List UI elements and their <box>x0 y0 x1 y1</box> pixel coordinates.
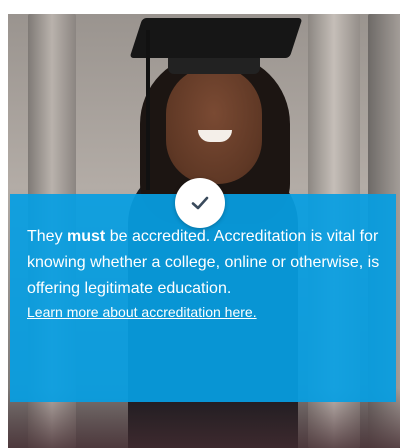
emphasis-text: must <box>67 228 106 245</box>
checkmark-icon <box>175 178 225 228</box>
accreditation-text: They must be accredited. Accreditation i… <box>27 228 380 297</box>
learn-more-link[interactable]: Learn more about accreditation here. <box>27 304 257 320</box>
